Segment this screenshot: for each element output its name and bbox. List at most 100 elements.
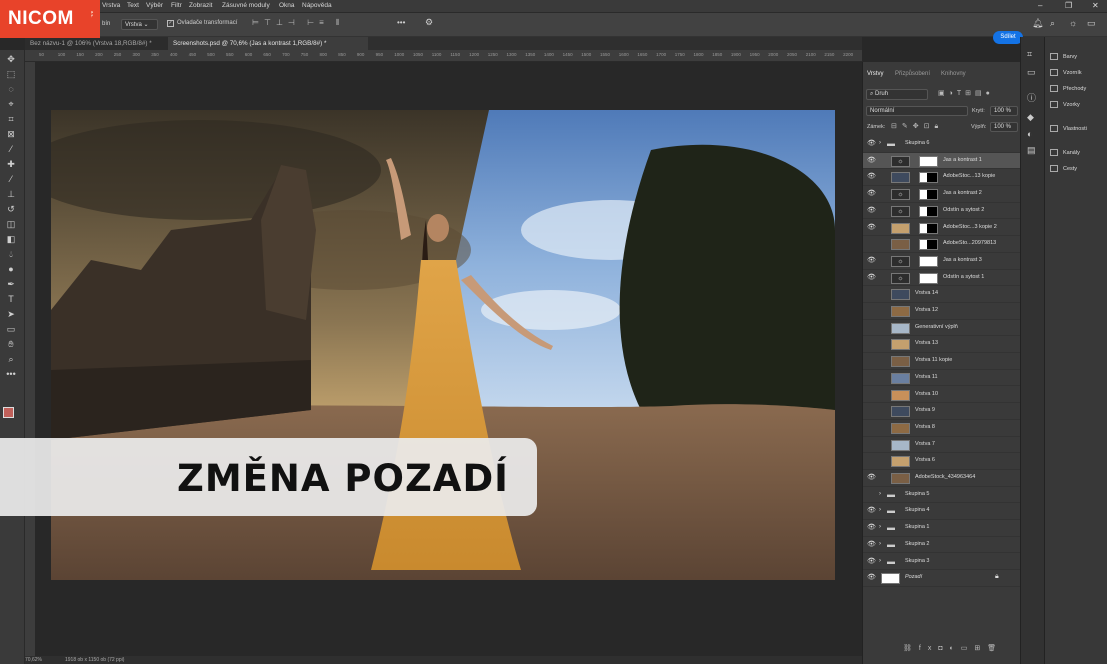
- hidden-eye-slot[interactable]: [867, 307, 877, 315]
- hidden-eye-slot[interactable]: [867, 391, 877, 399]
- eye-icon[interactable]: 👁︎: [867, 558, 877, 566]
- layer-row[interactable]: 👁︎ › ▬ Skupina 2: [863, 537, 1021, 554]
- layer-row[interactable]: Generativní výplň: [863, 320, 1021, 337]
- layer-row[interactable]: Vrstva 11 kopie: [863, 353, 1021, 370]
- move-tool-icon[interactable]: ✥: [4, 53, 18, 65]
- filter-icons[interactable]: ▣◑T⊞▤●: [938, 89, 994, 97]
- chevron-right-icon[interactable]: ›: [879, 524, 881, 530]
- healing-brush-icon[interactable]: ✚: [4, 158, 18, 170]
- zoom-tool-icon[interactable]: ⌕: [4, 353, 18, 365]
- hidden-eye-slot[interactable]: [867, 491, 877, 499]
- dock-patterns[interactable]: Vzorky: [1050, 101, 1080, 108]
- eye-icon[interactable]: 👁︎: [867, 574, 877, 582]
- chevron-right-icon[interactable]: ›: [879, 491, 881, 497]
- rectangle-tool-icon[interactable]: ▭: [4, 323, 18, 335]
- eye-icon[interactable]: 👁︎: [867, 541, 877, 549]
- eye-icon[interactable]: 👁︎: [867, 140, 877, 148]
- layer-row[interactable]: 👁︎ ☼ Odstín a sytost 1: [863, 270, 1021, 287]
- eye-icon[interactable]: 👁︎: [867, 507, 877, 515]
- lock-icons[interactable]: ⊟✎✥⊡🔒︎: [891, 122, 943, 131]
- layer-row[interactable]: 👁︎ AdobeStock_434963464: [863, 470, 1021, 487]
- hidden-eye-slot[interactable]: [867, 407, 877, 415]
- layer-row[interactable]: 👁︎ AdobeStoc...3 kopie 2: [863, 220, 1021, 237]
- hidden-eye-slot[interactable]: [867, 424, 877, 432]
- menu-layer[interactable]: Vrstva: [102, 2, 120, 9]
- minimize-icon[interactable]: –: [1038, 1, 1042, 10]
- libraries-icon[interactable]: ▤: [1027, 145, 1036, 156]
- frame-tool-icon[interactable]: ⊠: [4, 128, 18, 140]
- stamp-tool-icon[interactable]: ⊥: [4, 188, 18, 200]
- eyedropper-icon[interactable]: ⁄: [4, 143, 18, 155]
- eye-icon[interactable]: 👁︎: [867, 190, 877, 198]
- layer-row[interactable]: 👁︎ Pozadí 🔒︎: [863, 570, 1021, 587]
- chevron-right-icon[interactable]: ›: [879, 558, 881, 564]
- blur-tool-icon[interactable]: 💧︎: [4, 248, 18, 260]
- layer-row[interactable]: 👁︎ ☼ Jas a kontrast 2: [863, 186, 1021, 203]
- close-icon[interactable]: ✕: [1092, 1, 1099, 10]
- brush-tool-icon[interactable]: ⁄: [4, 173, 18, 185]
- menu-help[interactable]: Nápověda: [302, 2, 332, 9]
- pen-tool-icon[interactable]: ✒: [4, 278, 18, 290]
- layer-row[interactable]: Vrstva 7: [863, 437, 1021, 454]
- layer-row[interactable]: Vrstva 11: [863, 370, 1021, 387]
- eye-icon[interactable]: 👁︎: [867, 524, 877, 532]
- menu-text[interactable]: Text: [127, 2, 139, 9]
- share-button[interactable]: Sdílet: [993, 31, 1023, 44]
- chevron-right-icon[interactable]: ›: [879, 507, 881, 513]
- tab-libraries[interactable]: Knihovny: [941, 71, 966, 77]
- layer-row[interactable]: Vrstva 12: [863, 303, 1021, 320]
- layer-row[interactable]: Vrstva 8: [863, 420, 1021, 437]
- history-icon[interactable]: ⌗: [1027, 49, 1032, 60]
- foreground-color[interactable]: [3, 407, 14, 418]
- hidden-eye-slot[interactable]: [867, 340, 877, 348]
- eraser-icon[interactable]: ◫: [4, 218, 18, 230]
- eye-icon[interactable]: 👁︎: [867, 173, 877, 181]
- object-select-icon[interactable]: ⌖: [4, 98, 18, 110]
- gradient-tool-icon[interactable]: ◧: [4, 233, 18, 245]
- layer-row[interactable]: 👁︎ AdobeStoc...13 kopie: [863, 169, 1021, 187]
- tab-adjustments[interactable]: Přizpůsobení: [895, 71, 930, 77]
- zoom-level[interactable]: 70,62%: [25, 657, 42, 663]
- hidden-eye-slot[interactable]: [867, 441, 877, 449]
- layer-row[interactable]: 👁︎ ☼ Jas a kontrast 3: [863, 253, 1021, 270]
- layer-row[interactable]: › ▬ Skupina 5: [863, 487, 1021, 504]
- layer-row[interactable]: 👁︎ › ▬ Skupina 3: [863, 554, 1021, 571]
- layer-row[interactable]: AdobeSto...20979813: [863, 236, 1021, 253]
- sun-icon[interactable]: ☼: [1069, 18, 1077, 28]
- menu-select[interactable]: Výběr: [146, 2, 163, 9]
- eye-icon[interactable]: 👁︎: [867, 474, 877, 482]
- hidden-eye-slot[interactable]: [867, 457, 877, 465]
- layer-row[interactable]: 👁︎ › ▬ Skupina 4: [863, 503, 1021, 521]
- eye-icon[interactable]: 👁︎: [867, 224, 877, 232]
- dock-paths[interactable]: Cesty: [1050, 165, 1077, 172]
- marquee-tool-icon[interactable]: ⬚: [4, 68, 18, 80]
- menu-plugins[interactable]: Zásuvné moduly: [222, 2, 270, 9]
- lasso-tool-icon[interactable]: ◌: [4, 83, 18, 95]
- eye-icon[interactable]: 👁︎: [867, 274, 877, 282]
- eye-icon[interactable]: 👁︎: [867, 257, 877, 265]
- auto-select-dropdown[interactable]: Vrstva ⌄: [121, 19, 158, 30]
- menu-view[interactable]: Zobrazit: [189, 2, 212, 9]
- restore-icon[interactable]: ❐: [1065, 1, 1072, 10]
- hidden-eye-slot[interactable]: [867, 290, 877, 298]
- crop-tool-icon[interactable]: ⌗: [4, 113, 18, 125]
- more-button[interactable]: •••: [397, 18, 405, 27]
- chevron-right-icon[interactable]: ›: [879, 140, 881, 146]
- dodge-tool-icon[interactable]: ●: [4, 263, 18, 275]
- layer-row[interactable]: 👁︎ ☼ Odstín a sytost 2: [863, 203, 1021, 220]
- hidden-eye-slot[interactable]: [867, 374, 877, 382]
- workspace-icon[interactable]: ▭: [1087, 18, 1096, 29]
- path-select-icon[interactable]: ➤: [4, 308, 18, 320]
- hand-tool-icon[interactable]: ✋︎: [4, 338, 18, 350]
- tab-layers[interactable]: Vrstvy: [867, 71, 883, 77]
- blend-mode-select[interactable]: Normální: [866, 106, 968, 116]
- transform-checkbox[interactable]: ✓: [167, 20, 174, 27]
- menu-window[interactable]: Okna: [279, 2, 295, 9]
- layer-row[interactable]: Vrstva 10: [863, 387, 1021, 404]
- layer-row[interactable]: 👁︎ ☼ Jas a kontrast 1: [863, 152, 1021, 170]
- gear-icon[interactable]: ⚙: [425, 17, 433, 28]
- eye-icon[interactable]: 👁︎: [867, 157, 877, 165]
- layers-icon[interactable]: ◆: [1027, 112, 1034, 123]
- layer-row[interactable]: Vrstva 13: [863, 336, 1021, 354]
- info-icon[interactable]: ⓘ: [1027, 91, 1036, 104]
